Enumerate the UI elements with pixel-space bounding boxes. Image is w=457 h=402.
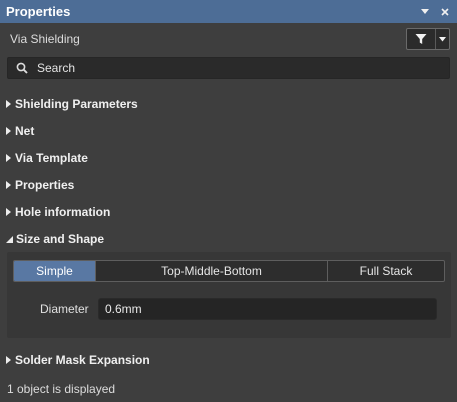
status-text: 1 object is displayed — [7, 382, 116, 396]
chevron-down-icon[interactable] — [436, 29, 449, 49]
expand-arrow-icon — [6, 154, 15, 162]
expand-arrow-icon — [6, 100, 15, 108]
section-properties[interactable]: Properties — [6, 176, 74, 194]
section-shielding-parameters[interactable]: Shielding Parameters — [6, 95, 138, 113]
section-label: Properties — [15, 178, 75, 192]
size-and-shape-panel: Simple Top-Middle-Bottom Full Stack Diam… — [7, 252, 451, 338]
expand-arrow-icon — [6, 208, 15, 216]
collapse-arrow-icon — [6, 235, 15, 243]
expand-arrow-icon — [6, 127, 15, 135]
mode-full-stack-button[interactable]: Full Stack — [328, 261, 444, 281]
object-header: Via Shielding — [0, 23, 457, 55]
section-solder-mask-expansion[interactable]: Solder Mask Expansion — [6, 351, 150, 369]
section-net[interactable]: Net — [6, 122, 34, 140]
section-via-template[interactable]: Via Template — [6, 149, 88, 167]
filter-icon[interactable] — [407, 29, 436, 49]
diameter-field[interactable]: 0.6mm — [98, 298, 437, 320]
mode-simple-button[interactable]: Simple — [14, 261, 96, 281]
search-icon — [16, 62, 28, 74]
section-label: Net — [15, 124, 35, 138]
section-label: Via Template — [15, 151, 88, 165]
mode-top-middle-bottom-button[interactable]: Top-Middle-Bottom — [96, 261, 328, 281]
search-box[interactable] — [7, 57, 450, 79]
panel-titlebar: Properties — [0, 0, 457, 23]
pin-down-icon[interactable] — [419, 5, 431, 19]
panel-title: Properties — [6, 4, 71, 19]
filter-button[interactable] — [406, 28, 450, 50]
shape-mode-selector: Simple Top-Middle-Bottom Full Stack — [13, 260, 445, 282]
object-type-label: Via Shielding — [10, 32, 80, 46]
section-label: Size and Shape — [16, 232, 105, 246]
section-hole-information[interactable]: Hole information — [6, 203, 110, 221]
search-input[interactable] — [37, 61, 427, 75]
close-icon[interactable] — [439, 5, 451, 19]
panel-controls — [419, 0, 451, 23]
section-label: Hole information — [15, 205, 111, 219]
expand-arrow-icon — [6, 356, 15, 364]
section-label: Shielding Parameters — [15, 97, 138, 111]
section-size-and-shape[interactable]: Size and Shape — [6, 230, 104, 248]
expand-arrow-icon — [6, 181, 15, 189]
section-label: Solder Mask Expansion — [15, 353, 150, 367]
diameter-label: Diameter — [40, 302, 89, 316]
